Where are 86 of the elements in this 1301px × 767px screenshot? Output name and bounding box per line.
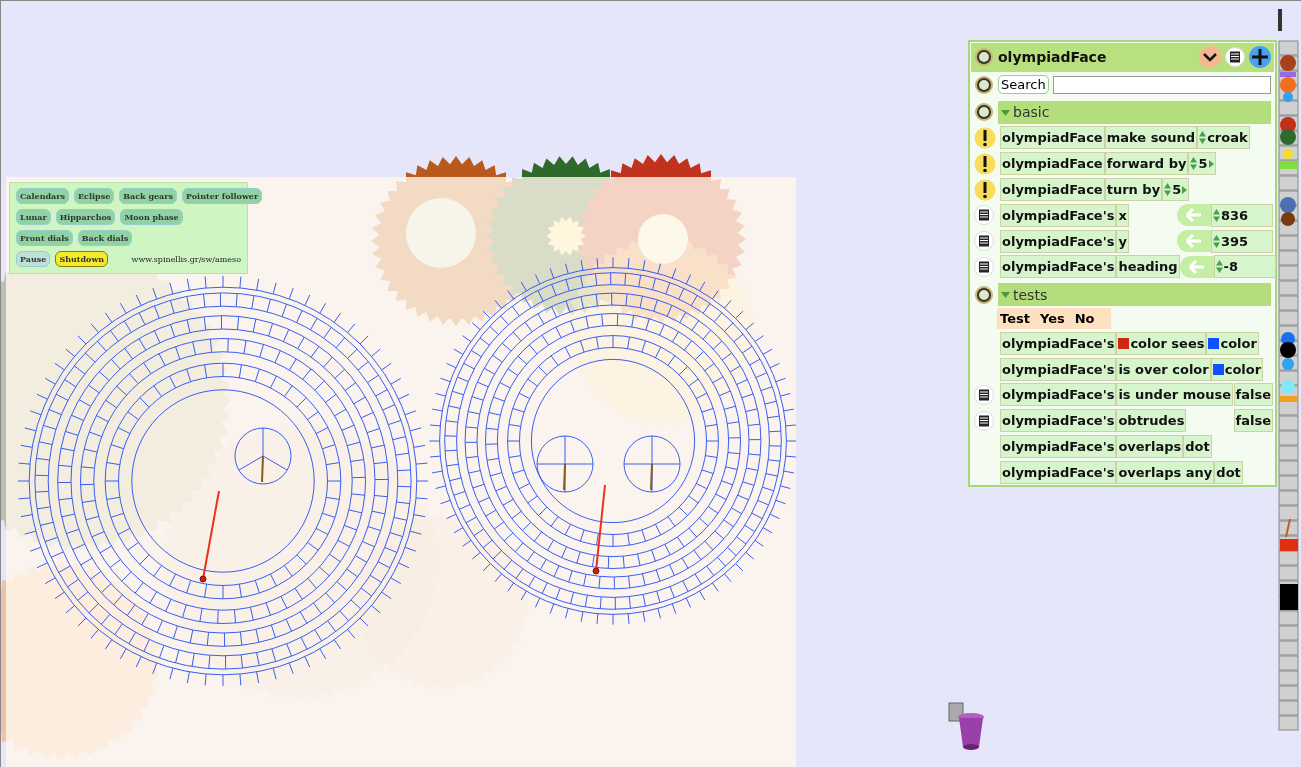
panel-button[interactable]: Moon phase [120,209,183,225]
exclamation-icon[interactable] [974,126,996,149]
test-tile[interactable]: is over color [1116,357,1211,381]
value-tile[interactable]: 836 [1211,203,1273,227]
test-tile[interactable]: dot [1214,460,1243,484]
right-triangle-icon[interactable] [1208,159,1214,168]
test-word: No [1074,311,1095,327]
property-tile[interactable]: is under mouse [1116,383,1233,407]
up-down-arrows-icon[interactable] [1213,208,1220,222]
test-tile[interactable]: dot [1183,434,1212,458]
argument-tile[interactable]: croak [1197,126,1250,150]
category-header[interactable]: tests [998,283,1271,307]
panel-button[interactable]: Pause [16,251,51,267]
object-tile[interactable]: olympiadFace's [1000,229,1117,253]
test-word: Test [1000,311,1030,327]
panel-button[interactable]: Back dials [77,230,133,246]
up-down-arrows-icon[interactable] [1199,131,1207,145]
test-tile[interactable]: overlaps any [1116,460,1215,484]
menu-icon[interactable] [974,410,994,431]
url-text: www.spinellis.gr/sw/ameso [131,254,241,264]
object-tile[interactable]: olympiadFace's [1000,331,1117,355]
argument-tile[interactable]: 5 [1188,152,1216,176]
search-field[interactable] [1052,75,1271,94]
panel-button[interactable]: Pointer follower [181,188,263,204]
object-tile[interactable]: olympiadFace [1000,178,1105,201]
object-tile[interactable]: olympiadFace's [1000,203,1117,227]
panel-button[interactable]: Front dials [16,230,73,246]
value-tile[interactable]: -8 [1213,255,1276,279]
menu-icon[interactable] [974,256,994,277]
up-down-arrows-icon[interactable] [1164,183,1172,196]
up-down-arrows-icon[interactable] [1215,260,1223,274]
test-tile[interactable]: color sees [1116,331,1207,355]
search-button[interactable]: Search [998,75,1049,95]
property-tile[interactable]: obtrudes [1116,409,1187,433]
color-swatch[interactable] [1208,337,1220,349]
circle-icon[interactable] [974,284,994,305]
menu-icon[interactable] [974,384,994,405]
exclamation-icon[interactable] [974,152,996,175]
test-tile[interactable]: color [1206,331,1259,355]
circle-icon[interactable] [974,74,994,95]
command-tile[interactable]: turn by [1104,178,1163,201]
color-swatch[interactable] [1212,363,1224,375]
circle-icon[interactable] [974,102,994,123]
up-down-arrows-icon[interactable] [1190,157,1198,171]
panel-button[interactable]: Eclipse [74,188,115,204]
right-triangle-icon[interactable] [1182,185,1188,194]
value-tile[interactable]: false [1233,383,1273,407]
panel-button[interactable]: Shutdown [55,251,109,267]
object-tile[interactable]: olympiadFace's [1000,383,1117,407]
value-tile[interactable]: false [1233,409,1273,433]
property-tile[interactable]: heading [1116,255,1180,279]
object-tile[interactable]: olympiadFace's [1000,409,1117,433]
viewer-title: olympiadFace [998,49,1108,66]
menu-icon[interactable] [974,205,994,226]
property-tile[interactable]: y [1116,229,1129,253]
menu-icon[interactable] [1225,47,1245,68]
trash-can-icon[interactable] [947,701,987,751]
exclamation-icon[interactable] [974,178,996,201]
object-tile[interactable]: olympiadFace's [1000,460,1117,484]
category-label: basic [1013,104,1050,121]
up-down-arrows-icon[interactable] [1213,234,1220,248]
object-tile[interactable]: olympiadFace's [1000,357,1117,381]
command-tile[interactable]: make sound [1104,126,1198,150]
value-tile[interactable]: 395 [1211,229,1273,253]
panel-button[interactable]: Calendars [16,188,69,204]
argument-tile[interactable]: 5 [1162,178,1190,201]
menu-icon[interactable] [974,231,994,252]
test-tile[interactable]: color [1210,357,1264,381]
test-word: Yes [1039,311,1065,327]
object-tile[interactable]: olympiadFace's [1000,434,1117,458]
circle-icon[interactable] [974,47,994,68]
plus-icon[interactable] [1249,46,1271,69]
chevron-down-icon[interactable] [1199,46,1221,69]
object-tile[interactable]: olympiadFace [1000,126,1105,150]
panel-button[interactable]: Lunar [16,209,51,225]
test-tile[interactable]: overlaps [1116,434,1184,458]
panel-button[interactable]: Hipparchos [55,209,116,225]
command-tile[interactable]: forward by [1104,152,1189,176]
object-tile[interactable]: olympiadFace [1000,152,1105,176]
object-tile[interactable]: olympiadFace's [1000,255,1117,279]
category-label: tests [1013,286,1048,303]
category-header[interactable]: basic [998,100,1271,124]
property-tile[interactable]: x [1116,203,1129,227]
color-swatch[interactable] [1118,337,1130,349]
test-yes-no-tile[interactable]: Test Yes No [997,308,1111,330]
panel-button[interactable]: Back gears [119,188,177,204]
